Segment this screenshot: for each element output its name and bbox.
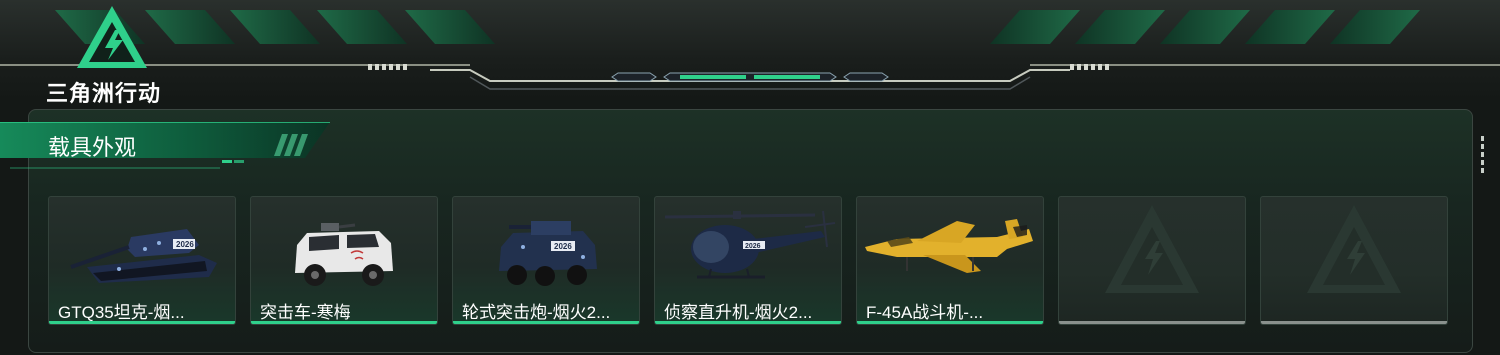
svg-text:2026: 2026 — [176, 240, 194, 249]
top-header-bar — [0, 0, 1500, 100]
locked-slot-icon — [1307, 205, 1401, 293]
section-title: 载具外观 — [48, 135, 137, 160]
delta-logo-icon — [77, 6, 147, 68]
tank-icon: 2026 — [70, 229, 217, 283]
svg-text:2026: 2026 — [745, 243, 761, 250]
card-underline — [857, 321, 1043, 324]
card-underline — [655, 321, 841, 324]
fighter-jet-icon — [865, 219, 1033, 273]
vehicle-card-label: 突击车-寒梅 — [260, 303, 351, 322]
vehicle-card-empty-slot[interactable] — [1058, 196, 1246, 325]
vehicle-card-empty-slot[interactable] — [1260, 196, 1448, 325]
svg-text:2026: 2026 — [554, 242, 572, 251]
card-underline — [1059, 321, 1245, 324]
game-logo: 三角洲行动 — [40, 4, 190, 106]
vehicle-card-tank[interactable]: 2026 GTQ35坦克-烟... — [48, 196, 236, 325]
vehicle-card-label: F-45A战斗机-... — [866, 303, 984, 322]
vehicle-card-wheeled-gun[interactable]: 2026 轮式突击炮-烟火2... — [452, 196, 640, 325]
assault-vehicle-icon — [295, 223, 393, 286]
card-underline — [1261, 321, 1447, 324]
card-underline — [251, 321, 437, 324]
vehicle-card-assault-vehicle[interactable]: 突击车-寒梅 — [250, 196, 438, 325]
vehicle-card-label: 侦察直升机-烟火2... — [664, 303, 813, 322]
vehicle-card-label: GTQ35坦克-烟... — [58, 303, 185, 322]
helicopter-icon: 2026 — [664, 210, 836, 279]
header-frame-lines — [0, 64, 1500, 90]
header-stripes-right — [990, 10, 1420, 44]
wheeled-gun-icon: 2026 — [499, 221, 597, 286]
scroll-indicator[interactable] — [1481, 136, 1485, 176]
brand-name: 三角洲行动 — [46, 81, 162, 106]
card-underline — [49, 321, 235, 324]
card-underline — [453, 321, 639, 324]
vehicle-card-helicopter[interactable]: 2026 侦察直升机-烟火2... — [654, 196, 842, 325]
vehicle-card-fighter-jet[interactable]: F-45A战斗机-... — [856, 196, 1044, 325]
vehicle-card-label: 轮式突击炮-烟火2... — [462, 303, 611, 322]
locked-slot-icon — [1105, 205, 1199, 293]
